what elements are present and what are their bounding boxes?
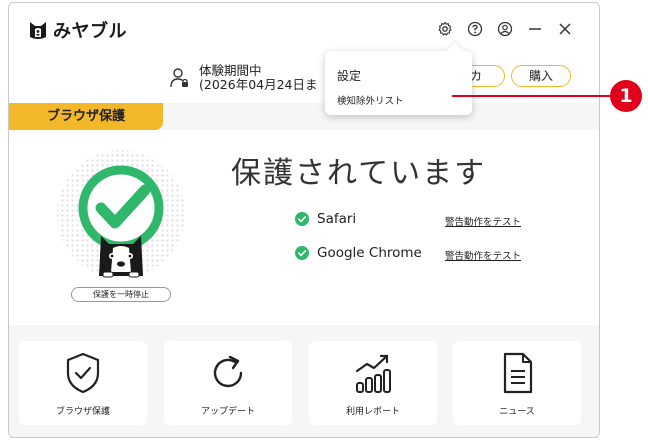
tab-browser-protection[interactable]: ブラウザ保護 [9, 103, 163, 130]
browser-row-chrome: Google Chrome [295, 244, 422, 262]
browser-name: Safari [317, 211, 357, 227]
minimize-icon[interactable] [527, 21, 543, 37]
check-circle-icon [295, 212, 309, 226]
protection-status-panel: 保護を一時停止 保護されています Safari 警告動作をテスト Google … [9, 130, 599, 325]
trial-status: 体験期間中 (2026年04月24日ま [199, 64, 318, 92]
app-window: みヤブル 体験期間中 (2026年04月24日ま カ 購入 ブラウザ保護 保護を… [8, 2, 600, 438]
card-browser-protection[interactable]: ブラウザ保護 [19, 341, 147, 425]
card-label: 利用レポート [345, 407, 400, 417]
test-warning-link-chrome[interactable]: 警告動作をテスト [445, 248, 521, 262]
card-usage-report[interactable]: 利用レポート [309, 341, 437, 425]
protection-headline: 保護されています [231, 156, 487, 191]
dog-logo-icon [30, 22, 46, 39]
check-circle-icon [295, 246, 309, 260]
menu-item-exclusion-list[interactable]: 検知除外リスト [337, 93, 404, 107]
trial-status-label: 体験期間中 [199, 63, 262, 78]
card-label: ニュース [499, 407, 535, 417]
test-warning-link-safari[interactable]: 警告動作をテスト [445, 214, 521, 228]
buy-button[interactable]: 購入 [511, 65, 571, 87]
card-update[interactable]: アップデート [164, 341, 292, 425]
app-name: みヤブル [53, 21, 127, 42]
close-icon[interactable] [557, 21, 573, 37]
account-icon[interactable] [497, 21, 513, 37]
browser-name: Google Chrome [317, 245, 422, 261]
shield-check-icon [66, 352, 100, 394]
card-label: アップデート [200, 407, 255, 417]
app-logo: みヤブル [27, 17, 127, 43]
browser-row-safari: Safari [295, 210, 356, 228]
protected-mascot-icon [57, 150, 185, 278]
pause-protection-button[interactable]: 保護を一時停止 [71, 287, 171, 302]
refresh-icon [213, 355, 243, 388]
callout-line [452, 95, 612, 97]
title-bar: みヤブル [9, 3, 599, 53]
gear-icon[interactable] [437, 21, 453, 37]
settings-dropdown-menu: 設定 検知除外リスト [325, 42, 472, 115]
menu-item-settings[interactable]: 設定 [337, 67, 361, 84]
feature-cards: ブラウザ保護 アップデート 利用レポート ニュース [9, 325, 599, 437]
user-icon [170, 68, 188, 88]
titlebar-controls [437, 21, 573, 37]
card-news[interactable]: ニュース [453, 341, 581, 425]
callout-badge: 1 [610, 80, 642, 112]
bar-chart-icon [355, 354, 391, 393]
help-icon[interactable] [467, 21, 483, 37]
trial-expiry-date: (2026年04月24日ま [199, 77, 318, 92]
document-icon [503, 352, 533, 394]
card-label: ブラウザ保護 [55, 407, 110, 417]
